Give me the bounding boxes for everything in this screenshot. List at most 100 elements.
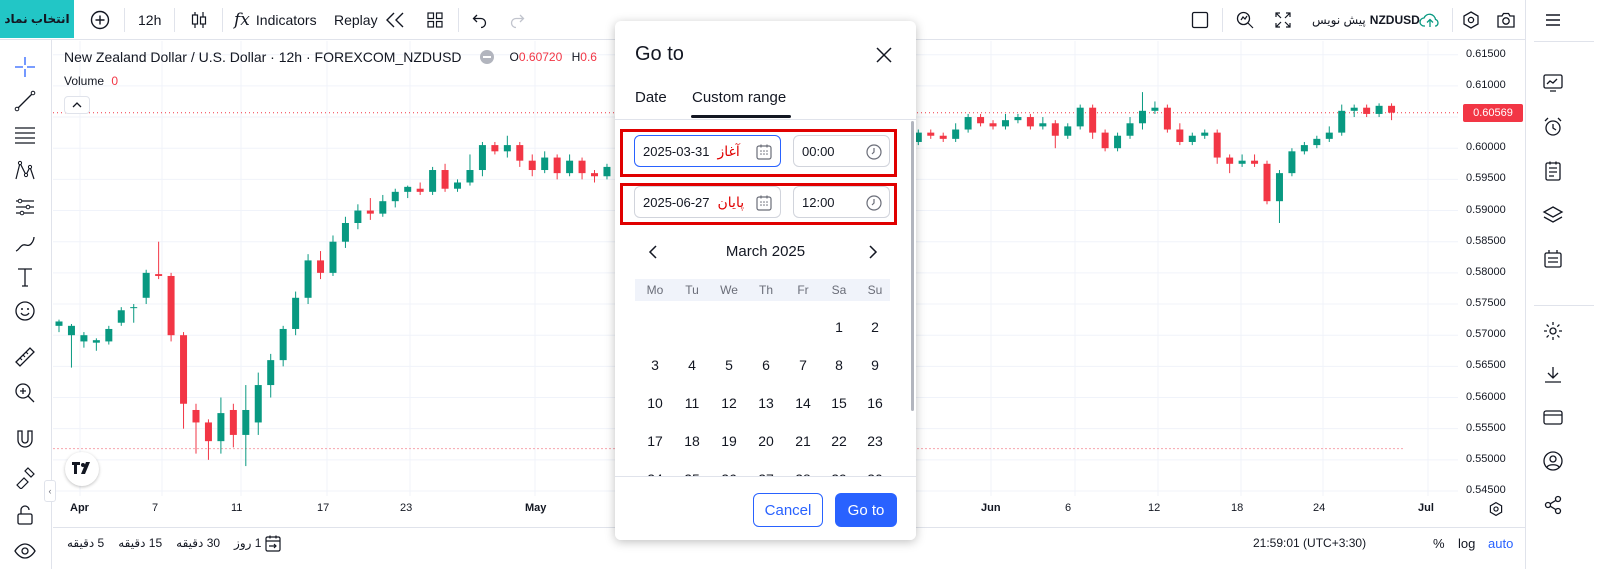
user-profile-icon[interactable] — [1538, 446, 1568, 476]
calendar-day[interactable]: 18 — [674, 433, 710, 449]
share-icon[interactable] — [1538, 490, 1568, 520]
cloud-upload-icon[interactable] — [1418, 0, 1442, 40]
chart-settings-icon[interactable] — [1488, 501, 1504, 517]
calendar-day[interactable]: 3 — [637, 357, 673, 373]
log-toggle[interactable]: log — [1458, 536, 1475, 551]
candle — [939, 132, 947, 142]
candle — [1089, 104, 1097, 139]
end-time-input[interactable]: 12:00 — [793, 186, 890, 218]
interval-button[interactable]: 12h — [138, 0, 161, 40]
zoom-in-icon[interactable] — [10, 378, 40, 408]
timeframe-preset[interactable]: 1 روز — [234, 536, 261, 550]
price-axis-label: 0.59000 — [1466, 203, 1506, 216]
gear-icon[interactable] — [1538, 316, 1568, 346]
start-date-input[interactable]: 2025-03-31 آغاز — [634, 135, 781, 167]
calendar-day[interactable]: 12 — [711, 395, 747, 411]
layout-grid-icon[interactable] — [424, 0, 446, 40]
calendar-day[interactable]: 7 — [785, 357, 821, 373]
goto-date-icon[interactable] — [263, 534, 283, 554]
layers-icon[interactable] — [1538, 200, 1568, 230]
magnet-icon[interactable] — [10, 424, 40, 454]
dialog-scrollbar[interactable] — [911, 121, 914, 411]
end-date-input[interactable]: 2025-06-27 پایان — [634, 186, 781, 218]
timeframe-preset[interactable]: 5 دقیقه — [67, 536, 104, 550]
lock-icon[interactable] — [10, 500, 40, 530]
auto-toggle[interactable]: auto — [1488, 536, 1513, 551]
tradingview-logo-icon[interactable] — [65, 452, 99, 486]
percent-toggle[interactable]: % — [1433, 536, 1445, 551]
clock-icon[interactable] — [865, 194, 883, 212]
legend-toggle-icon[interactable] — [479, 50, 494, 64]
credit-card-icon[interactable] — [1538, 402, 1568, 432]
calendar-day[interactable]: 21 — [785, 433, 821, 449]
eye-icon[interactable] — [10, 536, 40, 566]
tab-custom-range[interactable]: Custom range — [692, 89, 786, 106]
ruler-icon[interactable] — [10, 342, 40, 372]
expand-icon[interactable] — [1272, 0, 1294, 40]
redo-icon[interactable] — [507, 0, 527, 40]
news-icon[interactable] — [1538, 244, 1568, 274]
collapse-legend-button[interactable] — [64, 96, 90, 114]
symbol-search-button[interactable]: انتخاب نماد — [0, 0, 74, 38]
calendar-day[interactable]: 6 — [748, 357, 784, 373]
start-time-input[interactable]: 00:00 — [793, 135, 890, 167]
calendar-day[interactable]: 9 — [857, 357, 893, 373]
indicators-button[interactable]: fx Indicators — [234, 0, 317, 40]
calendar-icon[interactable] — [755, 143, 773, 161]
calendar-day[interactable]: 1 — [821, 319, 857, 335]
calendar-day[interactable]: 22 — [821, 433, 857, 449]
calendar-day[interactable]: 19 — [711, 433, 747, 449]
tab-date[interactable]: Date — [635, 89, 667, 106]
calendar-icon[interactable] — [755, 194, 773, 212]
clock-display[interactable]: 21:59:01 (UTC+3:30) — [1253, 536, 1366, 550]
alarm-clock-icon[interactable] — [1538, 112, 1568, 142]
add-symbol-icon[interactable] — [88, 0, 112, 40]
undo-icon[interactable] — [470, 0, 490, 40]
calendar-day[interactable]: 20 — [748, 433, 784, 449]
calendar-day[interactable]: 14 — [785, 395, 821, 411]
horizontal-lines-icon[interactable] — [10, 120, 40, 150]
calendar-day[interactable]: 5 — [711, 357, 747, 373]
replay-button[interactable]: Replay — [334, 0, 407, 40]
calendar-day[interactable]: 8 — [821, 357, 857, 373]
toolbar-divider — [458, 8, 459, 32]
price-axis-label: 0.55000 — [1466, 452, 1506, 465]
price-axis[interactable]: 0.615000.610000.605000.600000.595000.590… — [1458, 41, 1525, 496]
calendar-day[interactable]: 15 — [821, 395, 857, 411]
fullscreen-square-icon[interactable] — [1188, 0, 1212, 40]
watchlist-icon[interactable] — [1538, 68, 1568, 98]
pattern-icon[interactable] — [10, 156, 40, 186]
notes-icon[interactable] — [1538, 156, 1568, 186]
calendar-day[interactable]: 10 — [637, 395, 673, 411]
brush-icon[interactable] — [10, 228, 40, 258]
download-icon[interactable] — [1538, 360, 1568, 390]
settings-hexagon-icon[interactable] — [1460, 0, 1482, 40]
text-tool-icon[interactable] — [10, 262, 40, 292]
candle-style-icon[interactable] — [186, 0, 212, 40]
calendar-day[interactable]: 13 — [748, 395, 784, 411]
calendar-day[interactable]: 4 — [674, 357, 710, 373]
timeframe-preset[interactable]: 15 دقیقه — [118, 536, 162, 550]
cancel-button[interactable]: Cancel — [753, 493, 823, 527]
calendar-day[interactable]: 11 — [674, 395, 710, 411]
time-axis-label: 17 — [317, 502, 330, 514]
lock-drawing-icon[interactable] — [10, 462, 40, 492]
quick-search-icon[interactable] — [1234, 0, 1256, 40]
saved-layout-name[interactable]: پیش نویس NZDUSD — [1312, 0, 1420, 40]
goto-button[interactable]: Go to — [835, 493, 897, 527]
price-axis-label: 0.61500 — [1466, 47, 1506, 60]
calendar-day[interactable]: 23 — [857, 433, 893, 449]
camera-icon[interactable] — [1495, 0, 1517, 40]
emoji-icon[interactable] — [10, 296, 40, 326]
next-month-icon[interactable] — [863, 243, 881, 261]
calendar-day[interactable]: 16 — [857, 395, 893, 411]
calendar-day[interactable]: 17 — [637, 433, 673, 449]
prediction-icon[interactable] — [10, 192, 40, 222]
menu-icon[interactable] — [1538, 5, 1568, 35]
crosshair-icon[interactable] — [10, 52, 40, 82]
calendar-day[interactable]: 2 — [857, 319, 893, 335]
close-icon[interactable] — [870, 41, 898, 69]
trend-line-icon[interactable] — [10, 86, 40, 116]
clock-icon[interactable] — [865, 143, 883, 161]
timeframe-preset[interactable]: 30 دقیقه — [176, 536, 220, 550]
